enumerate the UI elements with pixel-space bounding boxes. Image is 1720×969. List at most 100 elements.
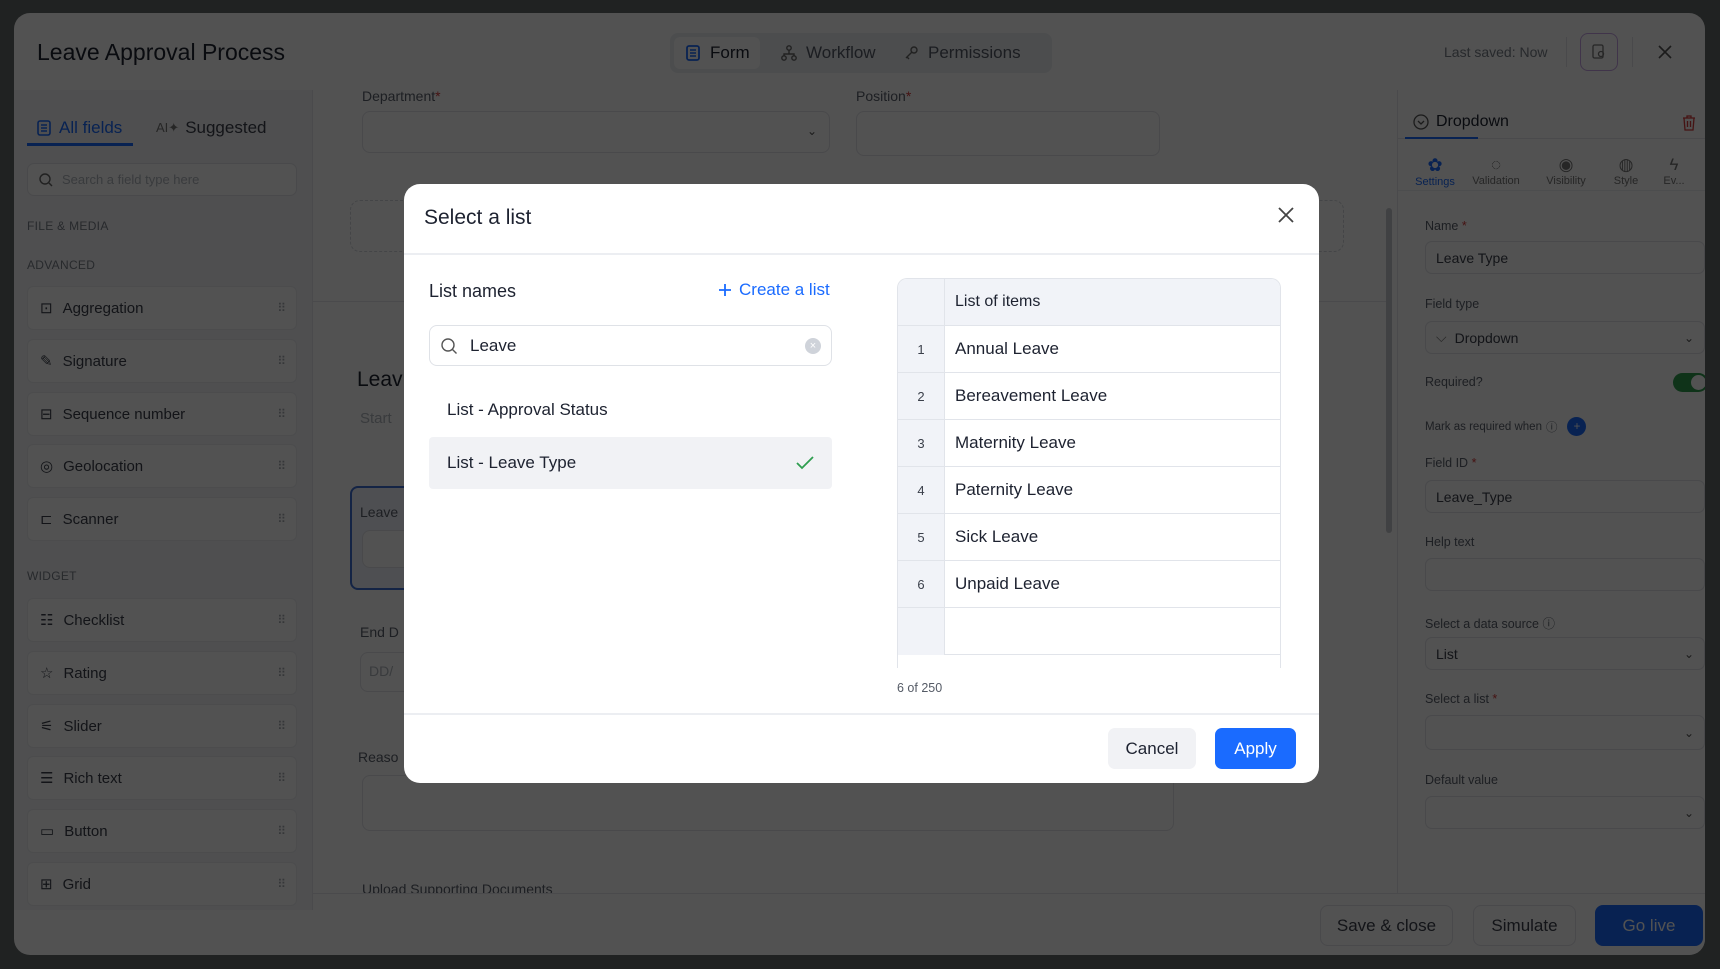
tab-settings[interactable]: ✿ Settings — [1412, 155, 1458, 188]
name-input[interactable]: Leave Type — [1425, 241, 1705, 274]
name-label: Name * — [1425, 219, 1467, 233]
go-live-button[interactable]: Go live — [1595, 905, 1703, 946]
chevron-down-icon: ⌄ — [1683, 330, 1694, 345]
tab-permissions[interactable]: Permissions — [892, 37, 1031, 69]
field-search-input[interactable]: Search a field type here — [27, 163, 297, 196]
data-source-select[interactable]: List ⌄ — [1425, 637, 1705, 670]
section-heading: Leav — [357, 368, 403, 391]
preview-button[interactable] — [1580, 33, 1618, 71]
department-select[interactable]: ⌄ — [362, 111, 830, 153]
chevron-down-icon: ⌄ — [1683, 725, 1694, 740]
slider-icon: ⚟ — [40, 718, 54, 735]
checklist-icon: ☷ — [40, 612, 54, 629]
reason-textarea[interactable] — [362, 775, 1174, 831]
list-option-approval-status[interactable]: List - Approval Status — [429, 384, 832, 435]
select-list-select[interactable]: ⌄ — [1425, 715, 1705, 750]
star-icon: ☆ — [40, 665, 54, 682]
signature-icon: ✎ — [40, 353, 53, 370]
field-item-rating[interactable]: ☆ Rating ⠿ — [27, 651, 297, 695]
drag-handle-icon[interactable]: ⠿ — [277, 301, 286, 315]
cancel-button[interactable]: Cancel — [1108, 728, 1196, 769]
field-item-signature[interactable]: ✎ Signature ⠿ — [27, 339, 297, 383]
document-search-icon — [1592, 44, 1605, 59]
field-item-button[interactable]: ▭ Button ⠿ — [27, 809, 297, 853]
tab-form[interactable]: Form — [674, 37, 760, 69]
data-source-label: Select a data source ⓘ — [1425, 613, 1555, 632]
table-row — [898, 608, 1280, 655]
tab-suggested[interactable]: AI✦ Suggested — [156, 118, 266, 138]
tab-workflow[interactable]: Workflow — [770, 37, 886, 69]
search-placeholder: Search a field type here — [62, 172, 200, 187]
drag-handle-icon[interactable]: ⠿ — [277, 719, 286, 733]
tab-events[interactable]: ϟ Ev... — [1654, 155, 1694, 187]
field-item-slider[interactable]: ⚟ Slider ⠿ — [27, 704, 297, 748]
simulate-button[interactable]: Simulate — [1473, 905, 1576, 946]
drag-handle-icon[interactable]: ⠿ — [277, 877, 286, 891]
field-item-sequence-number[interactable]: ⊟ Sequence number ⠿ — [27, 392, 297, 436]
tab-label: Suggested — [185, 118, 267, 137]
drag-handle-icon[interactable]: ⠿ — [277, 824, 286, 838]
field-item-scanner[interactable]: ⊏ Scanner ⠿ — [27, 497, 297, 541]
field-item-grid[interactable]: ⊞ Grid ⠿ — [27, 862, 297, 906]
select-value: List — [1436, 645, 1458, 662]
drag-handle-icon[interactable]: ⠿ — [277, 771, 286, 785]
save-close-button[interactable]: Save & close — [1320, 905, 1453, 946]
sequence-icon: ⊟ — [40, 406, 53, 423]
table-row: 5 Sick Leave — [898, 514, 1280, 561]
link-text: Create a list — [739, 280, 830, 299]
position-label: Position* — [856, 88, 912, 104]
row-value: Bereavement Leave — [955, 386, 1108, 405]
check-circle-icon: ◌ — [1490, 155, 1502, 174]
field-item-aggregation[interactable]: ⊡ Aggregation ⠿ — [27, 286, 297, 330]
create-list-link[interactable]: Create a list — [718, 280, 830, 300]
drag-handle-icon[interactable]: ⠿ — [277, 613, 286, 627]
trash-icon[interactable] — [1681, 114, 1697, 132]
eye-icon: ◉ — [1558, 155, 1574, 174]
field-label: Aggregation — [62, 299, 144, 317]
location-pin-icon: ◎ — [40, 458, 54, 475]
tab-all-fields[interactable]: All fields — [35, 118, 122, 138]
tab-style[interactable]: ◍ Style — [1606, 155, 1646, 187]
field-item-rich-text[interactable]: ☰ Rich text ⠿ — [27, 756, 297, 800]
chevron-down-icon: ⌄ — [1683, 805, 1694, 820]
canvas-scrollbar[interactable] — [1386, 208, 1392, 533]
drag-handle-icon[interactable]: ⠿ — [277, 354, 286, 368]
tab-visibility[interactable]: ◉ Visibility — [1538, 155, 1594, 187]
field-label: Sequence number — [62, 405, 186, 423]
row-number-header — [898, 279, 945, 325]
field-item-geolocation[interactable]: ◎ Geolocation ⠿ — [27, 444, 297, 488]
clear-search-icon[interactable]: × — [805, 337, 821, 354]
field-label: Rich text — [63, 769, 122, 787]
field-label: Checklist — [63, 611, 125, 629]
panel-title: Dropdown — [1412, 113, 1509, 131]
label-text: Department — [362, 88, 436, 104]
apply-button[interactable]: Apply — [1215, 728, 1296, 769]
help-text-input[interactable] — [1425, 558, 1705, 591]
dialog-title: Select a list — [424, 206, 532, 229]
tab-validation[interactable]: ◌ Validation — [1466, 155, 1526, 187]
drag-handle-icon[interactable]: ⠿ — [277, 512, 286, 526]
list-search-input[interactable]: Leave × — [429, 325, 832, 366]
default-value-select[interactable]: ⌄ — [1425, 796, 1705, 829]
label-text: Select a data source — [1425, 617, 1539, 631]
input-value: Leave_Type — [1436, 488, 1513, 505]
table-row: 4 Paternity Leave — [898, 467, 1280, 514]
check-icon — [796, 456, 814, 470]
field-item-checklist[interactable]: ☷ Checklist ⠿ — [27, 598, 297, 642]
tab-label: Form — [710, 43, 750, 62]
drag-handle-icon[interactable]: ⠿ — [277, 459, 286, 473]
field-type-select[interactable]: ⌵ Dropdown ⌄ — [1425, 321, 1705, 354]
drag-handle-icon[interactable]: ⠿ — [277, 666, 286, 680]
position-input[interactable] — [856, 111, 1160, 156]
active-tab-indicator — [1405, 137, 1478, 139]
drag-handle-icon[interactable]: ⠿ — [277, 407, 286, 421]
field-id-input[interactable]: Leave_Type — [1425, 480, 1705, 513]
row-number — [898, 608, 945, 655]
add-condition-button[interactable]: + — [1567, 417, 1587, 436]
tab-label: All fields — [59, 118, 123, 137]
required-toggle[interactable] — [1673, 373, 1705, 392]
list-option-leave-type[interactable]: List - Leave Type — [429, 437, 832, 489]
close-icon[interactable] — [1272, 201, 1300, 229]
close-icon[interactable] — [1656, 43, 1674, 61]
section-heading: FILE & MEDIA — [27, 219, 109, 233]
